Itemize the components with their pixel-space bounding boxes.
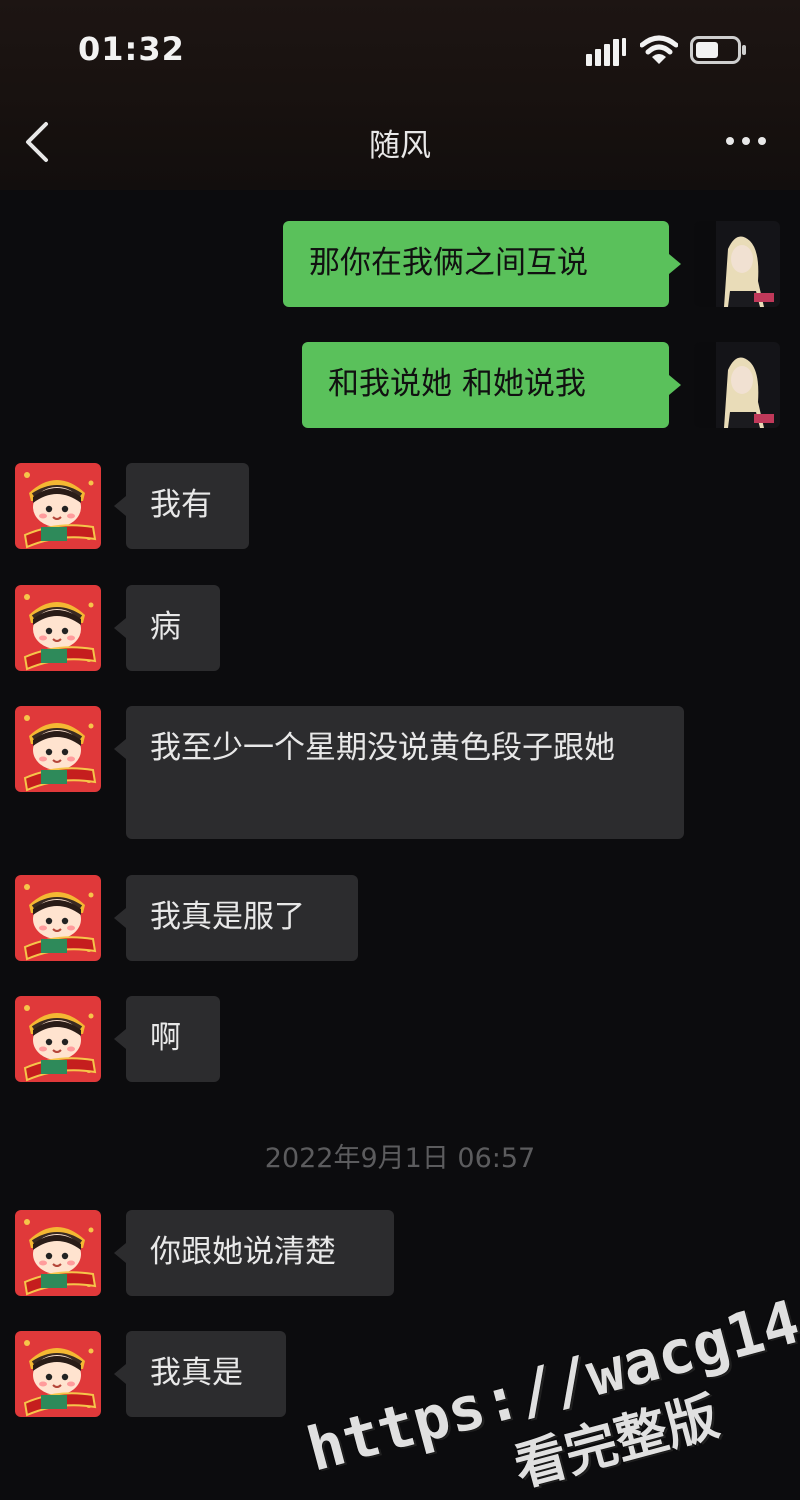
bubble-tail — [114, 618, 126, 638]
more-options-button[interactable] — [722, 126, 770, 156]
message-text: 我真是 — [150, 1355, 243, 1391]
message-text: 啊 — [150, 1020, 181, 1056]
contact-avatar[interactable] — [15, 996, 101, 1082]
message-bubble-sent[interactable]: 那你在我俩之间互说 — [283, 221, 669, 307]
message-text: 我至少一个星期没说黄色段子跟她 — [150, 730, 615, 766]
contact-avatar[interactable] — [15, 706, 101, 792]
message-text: 和我说她 和她说我 — [328, 366, 586, 402]
bubble-tail — [669, 254, 681, 274]
bubble-tail — [114, 496, 126, 516]
bubble-tail — [669, 375, 681, 395]
message-text: 我真是服了 — [150, 899, 305, 935]
message-bubble-received[interactable]: 啊 — [126, 996, 220, 1082]
my-avatar[interactable] — [694, 221, 780, 307]
message-bubble-received[interactable]: 我真是服了 — [126, 875, 358, 961]
my-avatar[interactable] — [694, 342, 780, 428]
status-time: 01:32 — [78, 30, 185, 68]
chat-timestamp: 2022年9月1日 06:57 — [264, 1143, 536, 1174]
message-bubble-sent[interactable]: 和我说她 和她说我 — [302, 342, 669, 428]
wifi-icon — [640, 35, 678, 64]
message-text: 病 — [150, 609, 181, 645]
message-text: 我有 — [150, 487, 212, 523]
signal-icon — [586, 38, 626, 66]
message-bubble-received[interactable]: 我真是 — [126, 1331, 286, 1417]
message-bubble-received[interactable]: 病 — [126, 585, 220, 671]
bubble-tail — [114, 739, 126, 759]
bubble-tail — [114, 1364, 126, 1384]
message-bubble-received[interactable]: 我有 — [126, 463, 249, 549]
bubble-tail — [114, 1243, 126, 1263]
contact-avatar[interactable] — [15, 1331, 101, 1417]
message-text: 那你在我俩之间互说 — [309, 245, 588, 281]
bubble-tail — [114, 1029, 126, 1049]
contact-avatar[interactable] — [15, 875, 101, 961]
contact-avatar[interactable] — [15, 1210, 101, 1296]
message-bubble-received[interactable]: 你跟她说清楚 — [126, 1210, 394, 1296]
chat-title: 随风 — [369, 128, 431, 164]
message-text: 你跟她说清楚 — [150, 1234, 336, 1270]
contact-avatar[interactable] — [15, 585, 101, 671]
message-bubble-received[interactable]: 我至少一个星期没说黄色段子跟她 — [126, 706, 684, 839]
battery-icon — [690, 36, 746, 64]
top-bar: 01:32 随风 — [0, 0, 800, 190]
bubble-tail — [114, 908, 126, 928]
contact-avatar[interactable] — [15, 463, 101, 549]
